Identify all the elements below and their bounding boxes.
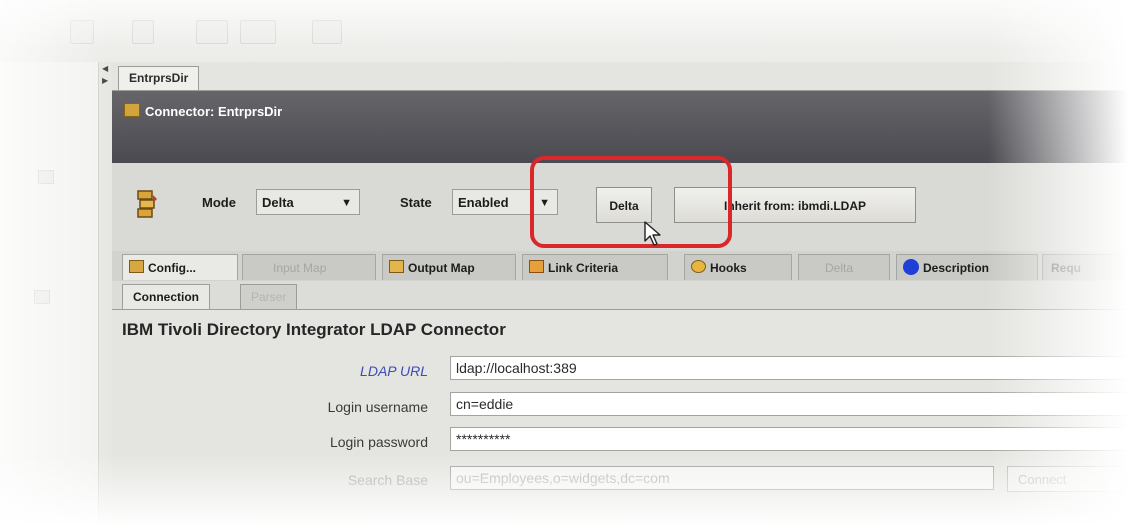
tab-connection[interactable]: Connection (122, 284, 210, 309)
inherit-from-button[interactable]: Inherit from: ibmdi.LDAP (674, 187, 916, 223)
mode-label: Mode (202, 195, 236, 210)
tree-node-icon[interactable] (38, 170, 54, 184)
tab-hooks[interactable]: Hooks (684, 254, 792, 280)
tab-requires[interactable]: Requ (1042, 254, 1128, 280)
config-icon (129, 260, 144, 273)
connector-subtabs: Connection Parser (112, 281, 1128, 310)
mode-state-row: Mode Delta ▼ State Enabled ▼ Delta Inher… (112, 163, 1128, 251)
pane-splitter[interactable]: ◀ ▶ (98, 62, 113, 524)
ldap-url-label[interactable]: LDAP URL (360, 363, 428, 379)
tree-node-icon[interactable] (34, 290, 50, 304)
state-dropdown[interactable]: Enabled ▼ (452, 189, 558, 215)
mode-dropdown[interactable]: Delta ▼ (256, 189, 360, 215)
state-label: State (400, 195, 432, 210)
output-map-icon (389, 260, 404, 273)
tab-hooks-label: Hooks (710, 261, 747, 275)
tab-config-label: Config... (148, 261, 196, 275)
save-icon[interactable] (196, 20, 228, 44)
state-dropdown-value: Enabled (458, 195, 509, 210)
editor-tab-strip: EntrprsDir (112, 62, 1128, 91)
connect-button[interactable]: Connect (1007, 466, 1127, 492)
login-password-label: Login password (329, 434, 428, 450)
tab-description[interactable]: Description (896, 254, 1038, 280)
run-icon[interactable] (240, 20, 276, 44)
login-username-label: Login username (327, 399, 428, 415)
tab-link-criteria-label: Link Criteria (548, 261, 619, 275)
hooks-icon (691, 260, 706, 273)
tab-config[interactable]: Config... (122, 254, 238, 280)
connection-form: IBM Tivoli Directory Integrator LDAP Con… (112, 310, 1128, 524)
open-icon[interactable] (132, 20, 154, 44)
chevron-down-icon[interactable]: ▼ (341, 190, 352, 216)
search-base-field[interactable] (450, 466, 994, 490)
login-username-field[interactable] (450, 392, 1128, 416)
connector-title-bar: Connector: EntrprsDir (112, 91, 1128, 163)
new-icon[interactable] (70, 20, 94, 44)
login-password-field[interactable] (450, 427, 1128, 451)
delta-button[interactable]: Delta (596, 187, 652, 223)
link-criteria-icon (529, 260, 544, 273)
connector-editor: EntrprsDir Connector: EntrprsDir Mode De… (112, 62, 1128, 524)
tab-delta[interactable]: Delta (798, 254, 890, 280)
project-tree-pane (0, 62, 98, 524)
console-icon[interactable] (312, 20, 342, 44)
connector-icon (124, 103, 140, 117)
mouse-pointer-icon (644, 221, 661, 246)
chevron-down-icon[interactable]: ▼ (539, 190, 550, 216)
tab-input-map[interactable]: Input Map (242, 254, 376, 280)
tab-delta-label: Delta (825, 261, 854, 275)
collapse-right-icon[interactable]: ▶ (102, 76, 108, 85)
screenshot-stage: ◀ ▶ EntrprsDir Connector: EntrprsDir Mod… (0, 0, 1128, 524)
mode-icon (137, 190, 157, 218)
tab-output-map-label: Output Map (408, 261, 475, 275)
tab-output-map[interactable]: Output Map (382, 254, 516, 280)
tab-link-criteria[interactable]: Link Criteria (522, 254, 668, 280)
tab-requires-label: Requ (1051, 261, 1081, 275)
tab-entrprsdir[interactable]: EntrprsDir (118, 66, 200, 90)
main-toolbar (0, 0, 1128, 62)
mode-dropdown-value: Delta (262, 195, 294, 210)
collapse-left-icon[interactable]: ◀ (102, 64, 108, 73)
connector-tabs: Config... Input Map Output Map Link Crit… (112, 251, 1128, 281)
search-base-label: Search Base (347, 472, 428, 488)
connector-title: Connector: EntrprsDir (124, 103, 282, 119)
tab-parser[interactable]: Parser (240, 284, 298, 309)
info-icon (903, 259, 919, 275)
connector-title-text: Connector: EntrprsDir (145, 104, 283, 119)
form-heading: IBM Tivoli Directory Integrator LDAP Con… (122, 320, 506, 339)
tab-input-map-label: Input Map (273, 261, 327, 275)
tab-description-label: Description (923, 261, 990, 275)
ldap-url-field[interactable] (450, 356, 1128, 380)
